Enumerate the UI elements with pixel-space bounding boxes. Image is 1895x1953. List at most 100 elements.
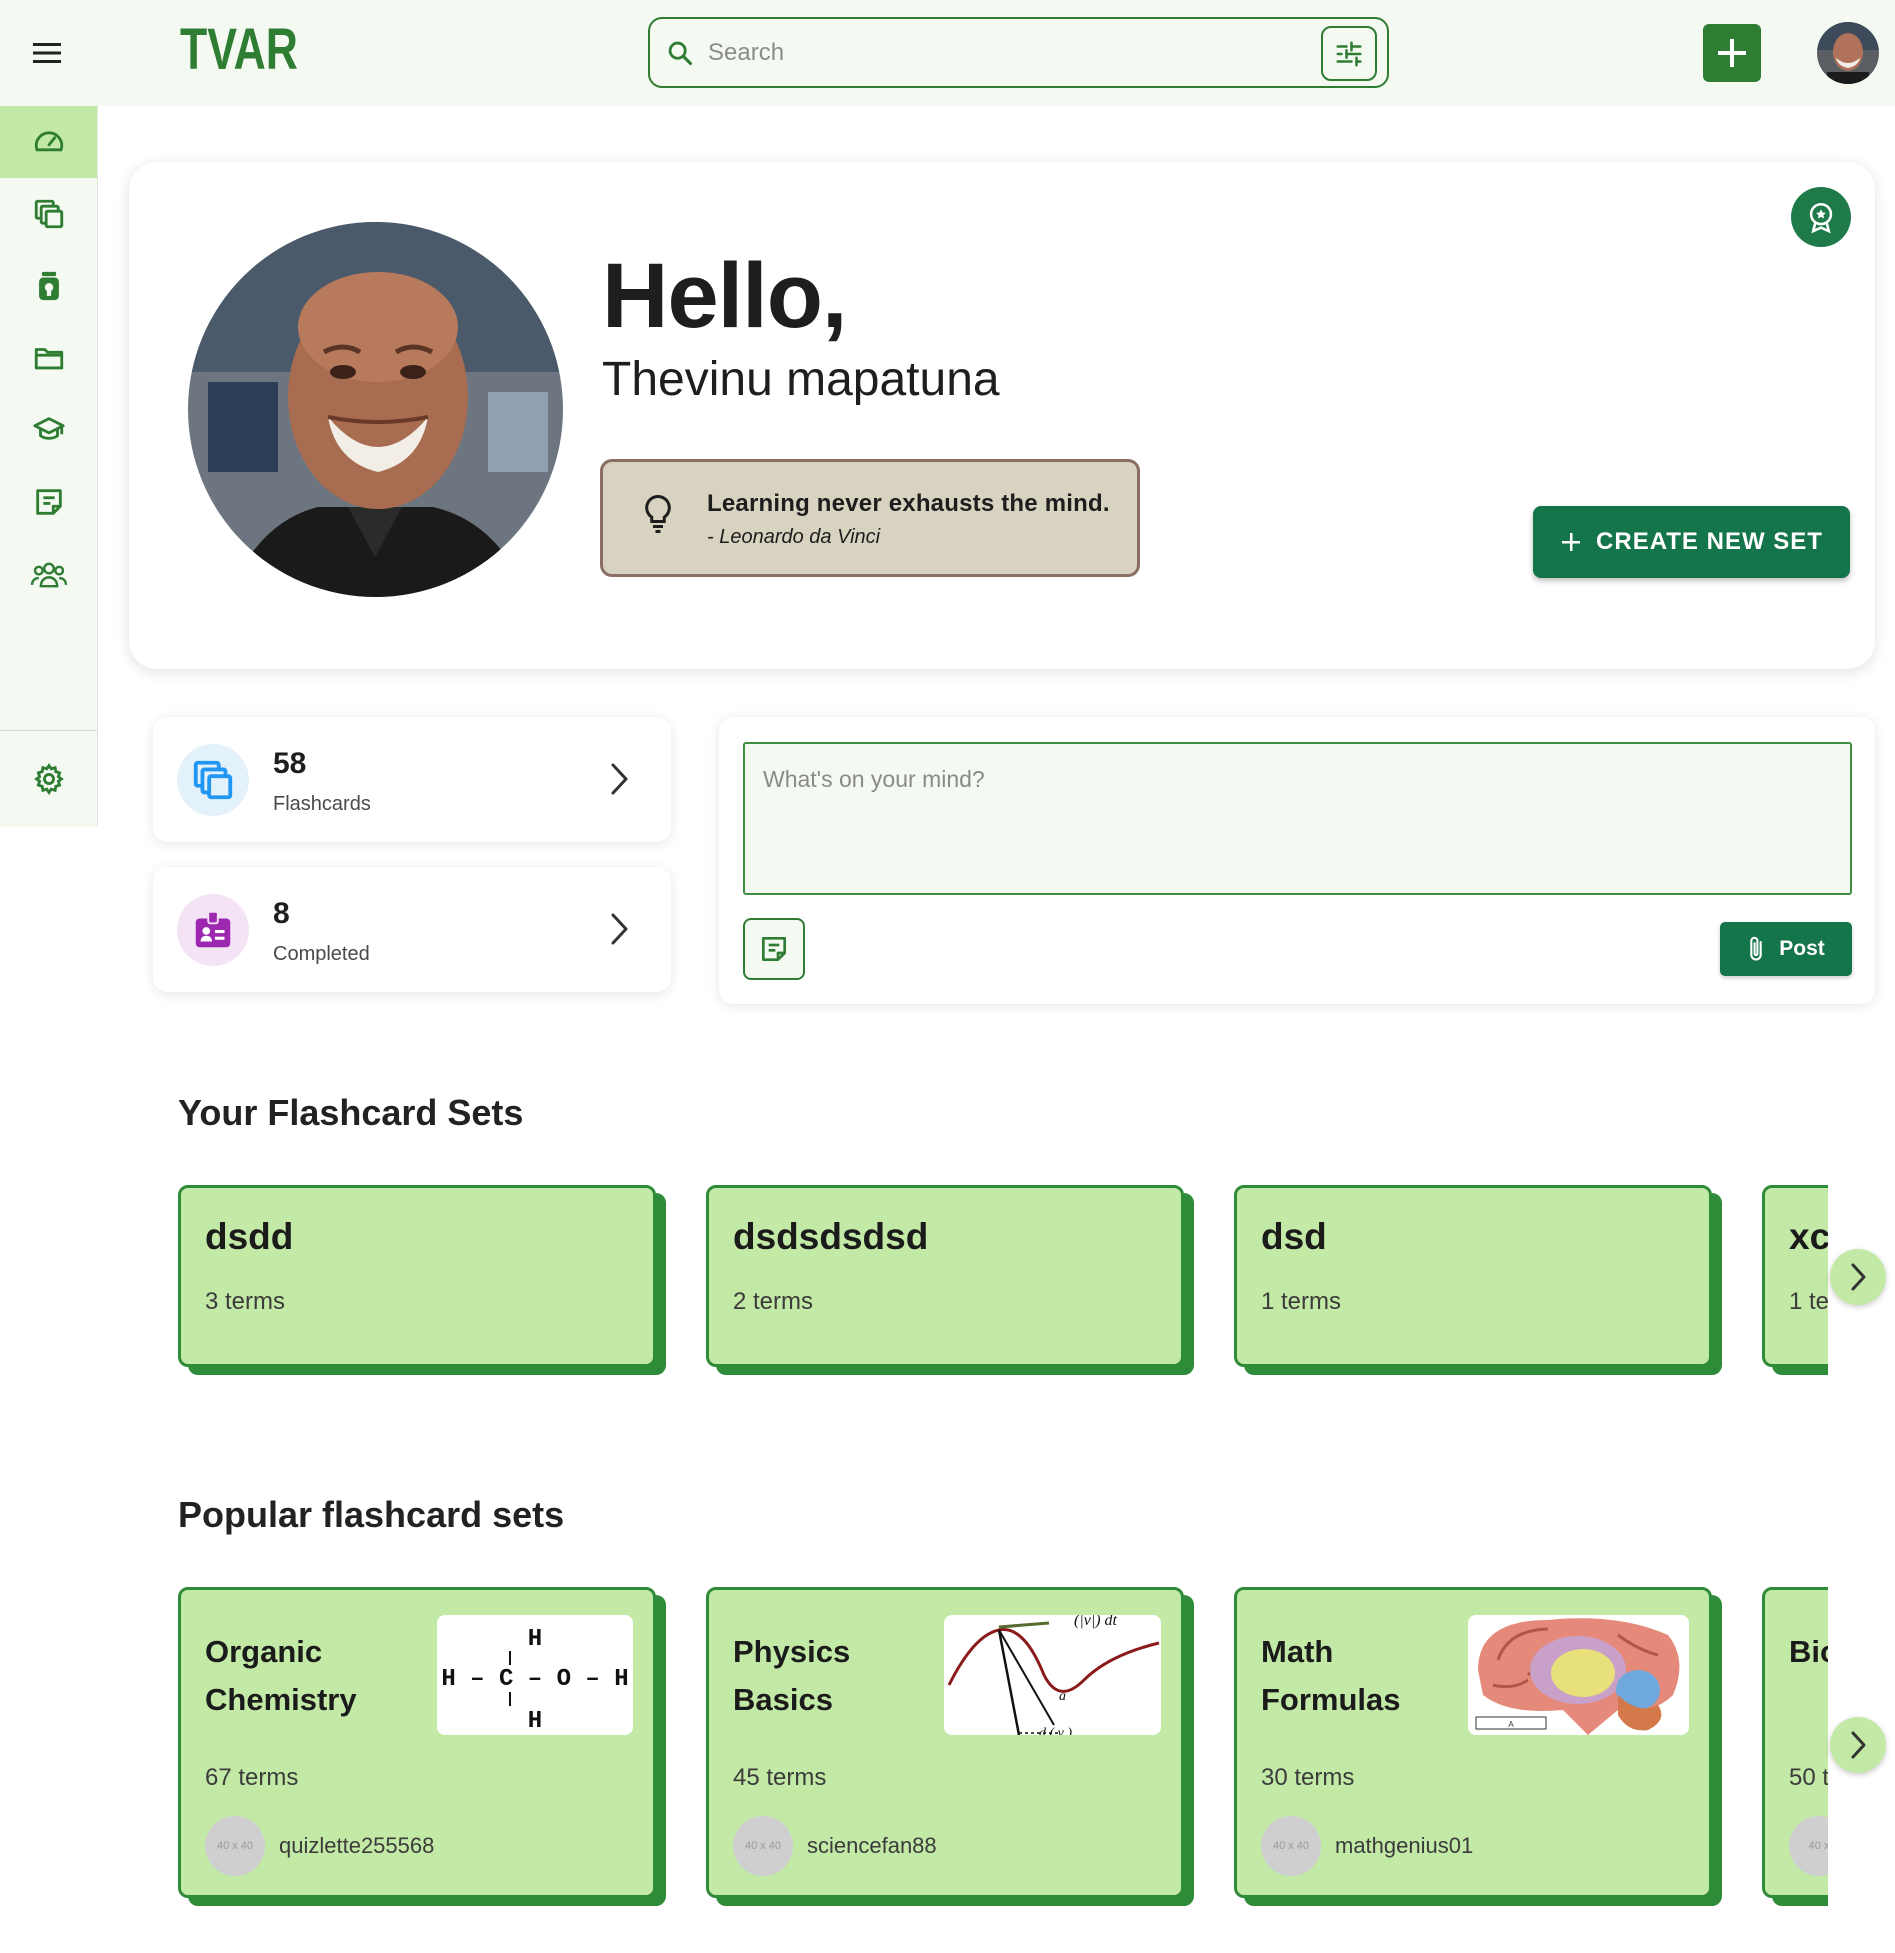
set-card[interactable]: dsdd 3 terms [178, 1185, 656, 1367]
top-bar: TVAR [0, 0, 1895, 106]
sidebar-item-settings[interactable] [0, 743, 97, 815]
set-terms: 50 t [1789, 1764, 1828, 1791]
search-icon [668, 41, 693, 65]
your-sets-next-button[interactable] [1830, 1249, 1886, 1305]
popular-set-card[interactable]: Math Formulas A 30 terms 40 x 40 mathgen… [1234, 1587, 1712, 1898]
quote-card: Learning never exhausts the mind. - Leon… [600, 459, 1140, 577]
set-terms: 67 terms [205, 1764, 299, 1791]
author-avatar: 40 x [1789, 1816, 1828, 1876]
set-card[interactable]: dsd 1 terms [1234, 1185, 1712, 1367]
post-composer: Post [719, 717, 1875, 1004]
user-name: Thevinu mapatuna [602, 353, 1000, 406]
post-input[interactable] [743, 742, 1852, 895]
popular-set-card[interactable]: Bio Ba 50 t 40 x [1762, 1587, 1828, 1898]
set-terms: 45 terms [733, 1764, 827, 1791]
popular-set-card[interactable]: Organic Chemistry H H – C – O – H H 67 t… [178, 1587, 656, 1898]
paperclip-icon [1750, 936, 1762, 961]
graduation-cap-icon [32, 417, 65, 440]
formula-top: H [528, 1626, 542, 1653]
post-button[interactable]: Post [1720, 922, 1852, 976]
chevron-right-icon [1851, 1263, 1866, 1291]
author-avatar: 40 x 40 [733, 1816, 793, 1876]
popular-sets-title: Popular flashcard sets [178, 1494, 565, 1535]
set-card[interactable]: dsdsdsdsd 2 terms [706, 1185, 1184, 1367]
set-title: Math Formulas [1261, 1634, 1401, 1717]
sidebar-item-jar[interactable] [0, 250, 97, 322]
welcome-card: Hello, Thevinu mapatuna Learning never e… [129, 162, 1875, 669]
sidebar-item-dashboard[interactable] [0, 106, 97, 178]
attach-note-button[interactable] [743, 918, 805, 980]
set-title: xc [1789, 1216, 1828, 1257]
dashboard-icon [34, 131, 63, 152]
set-terms: 2 terms [733, 1288, 814, 1315]
logo-text: TVAR [180, 17, 298, 76]
stat-icon-wrapper [177, 894, 249, 966]
sidebar-item-courses[interactable] [0, 394, 97, 466]
flashcards-count: 58 [273, 747, 307, 780]
set-terms: 3 terms [205, 1288, 286, 1315]
your-sets-carousel: dsdd 3 terms dsdsdsdsd 2 terms dsd 1 ter… [178, 1185, 1828, 1377]
author-avatar: 40 x 40 [205, 1816, 265, 1876]
sidebar [0, 106, 98, 827]
user-avatar[interactable] [1817, 22, 1879, 84]
sidebar-item-community[interactable] [0, 538, 97, 610]
set-terms: 30 terms [1261, 1764, 1355, 1791]
set-author[interactable]: 40 x [1789, 1816, 1828, 1876]
completed-count: 8 [273, 897, 290, 930]
search-bar[interactable] [648, 17, 1389, 88]
author-avatar: 40 x 40 [1261, 1816, 1321, 1876]
set-title: dsdd [205, 1216, 294, 1257]
sidebar-divider [0, 730, 97, 731]
completed-label: Completed [273, 943, 370, 965]
methanol-structure-image: H H – C – O – H H [437, 1615, 633, 1735]
add-button[interactable] [1703, 24, 1761, 82]
create-new-set-label: CREATE NEW SET [1596, 528, 1823, 555]
profile-photo [188, 222, 563, 597]
popular-sets-next-button[interactable] [1830, 1717, 1886, 1773]
set-terms: 1 terms [1261, 1288, 1342, 1315]
award-icon [1809, 202, 1833, 234]
create-new-set-button[interactable]: CREATE NEW SET [1533, 506, 1850, 578]
popular-sets-carousel: Organic Chemistry H H – C – O – H H 67 t… [178, 1587, 1828, 1907]
set-card[interactable]: xc 1 te [1762, 1185, 1828, 1367]
formula-label: a [1059, 1689, 1066, 1704]
gear-icon [33, 763, 64, 795]
logo[interactable]: TVAR [178, 14, 302, 76]
set-author[interactable]: 40 x 40 mathgenius01 [1261, 1816, 1473, 1876]
stat-card-flashcards[interactable]: 58 Flashcards [153, 717, 671, 842]
chevron-right-icon [1851, 1731, 1866, 1759]
set-author[interactable]: 40 x 40 sciencefan88 [733, 1816, 937, 1876]
notes-icon [35, 489, 62, 515]
set-title: Bio Ba [1789, 1634, 1828, 1669]
author-name: quizlette255568 [279, 1833, 435, 1858]
search-input[interactable] [708, 38, 1298, 67]
sidebar-item-flashcards[interactable] [0, 178, 97, 250]
lightbulb-icon [645, 494, 671, 533]
sidebar-item-notes[interactable] [0, 466, 97, 538]
set-author[interactable]: 40 x 40 quizlette255568 [205, 1816, 434, 1876]
chevron-right-icon [611, 763, 628, 795]
greeting: Hello, [602, 245, 847, 347]
your-sets-title: Your Flashcard Sets [178, 1092, 524, 1133]
set-title: dsdsdsdsd [733, 1216, 929, 1257]
formula-label: A [1508, 1720, 1514, 1729]
brain-diagram-image: A [1468, 1615, 1689, 1735]
popular-set-card[interactable]: Physics Basics (|v|) dt a d ( v ) 45 ter… [706, 1587, 1184, 1898]
physics-graph-image: (|v|) dt a d ( v ) [944, 1615, 1161, 1735]
formula-top: (|v|) dt [1074, 1615, 1118, 1629]
plus-icon [1718, 39, 1746, 67]
achievements-button[interactable] [1791, 187, 1851, 247]
set-terms: 1 te [1789, 1288, 1828, 1315]
set-title: Physics Basics [733, 1634, 851, 1717]
menu-button[interactable] [28, 34, 68, 72]
post-button-label: Post [1779, 937, 1825, 960]
filter-button[interactable] [1321, 26, 1377, 81]
community-icon [30, 562, 67, 588]
formula-middle: H – C – O – H [441, 1666, 628, 1693]
flashcards-icon [34, 199, 63, 229]
set-title: Organic Chemistry [205, 1634, 357, 1717]
set-title: dsd [1261, 1216, 1327, 1257]
stat-card-completed[interactable]: 8 Completed [153, 867, 671, 992]
stat-icon-wrapper [177, 744, 249, 816]
sidebar-item-folders[interactable] [0, 322, 97, 394]
